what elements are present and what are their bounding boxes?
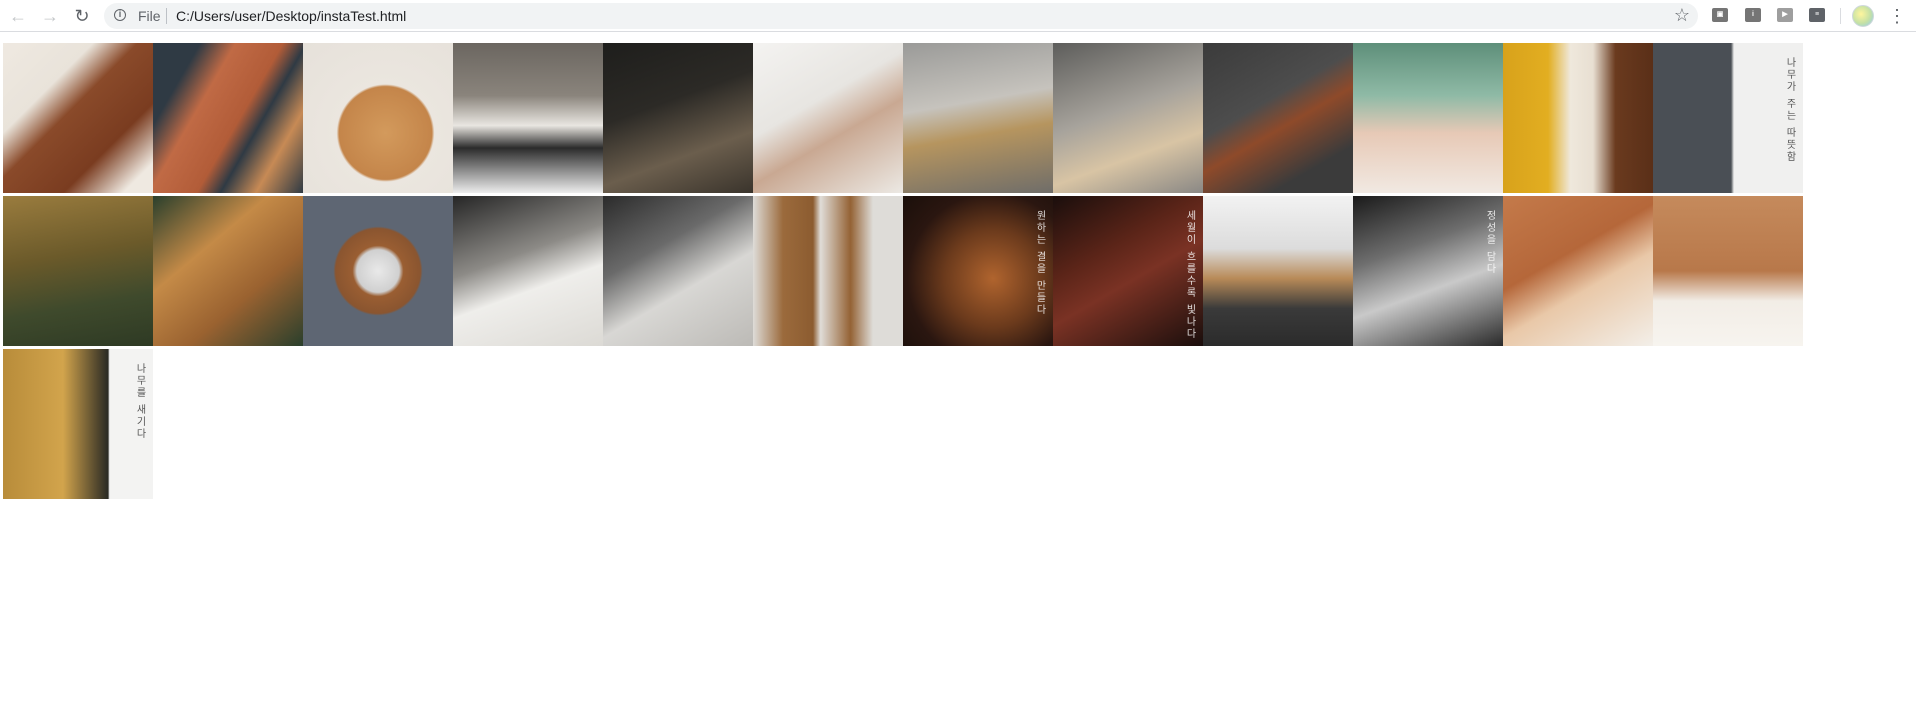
photo-kitchen[interactable] (1203, 196, 1353, 346)
photo-shelf-table[interactable] (1653, 196, 1803, 346)
extension-icon[interactable]: ▣ (1712, 8, 1728, 22)
reload-icon[interactable]: ↻ (70, 4, 94, 28)
kebab-menu-icon[interactable]: ⋮ (1888, 4, 1906, 28)
url-text[interactable]: C:/Users/user/Desktop/instaTest.html (176, 8, 406, 24)
photo-bandsaw[interactable] (903, 43, 1053, 193)
photo-old-tree[interactable] (3, 196, 153, 346)
info-icon[interactable]: i (114, 9, 126, 21)
address-bar[interactable]: i File C:/Users/user/Desktop/instaTest.h… (104, 3, 1698, 29)
photo-caption: 정성을 담다 (1484, 210, 1495, 276)
photo-slab-yellow[interactable] (1503, 43, 1653, 193)
back-arrow-icon[interactable]: ← (6, 4, 30, 28)
photo-hands-lighthouse-cut[interactable] (453, 43, 603, 193)
scheme-label: File (138, 8, 161, 24)
photo-grinder[interactable] (603, 196, 753, 346)
photo-sandwich-board[interactable] (1203, 43, 1353, 193)
forward-arrow-icon[interactable]: → (38, 4, 62, 28)
bookmark-star-icon[interactable]: ☆ (1674, 5, 1690, 26)
toolbar-divider (1840, 8, 1841, 24)
photo-wall-hooks-text[interactable]: 나무가 주는 따뜻함 (1653, 43, 1803, 193)
photo-caption: 세월이 흐를수록 빛나다 (1184, 210, 1195, 341)
photo-lathe-bw[interactable]: 정성을 담다 (1353, 196, 1503, 346)
photo-grid: 나무가 주는 따뜻함원하는 결을 만들다 세월이 흐를수록 빛나다 정성을 담다나무… (3, 43, 1803, 502)
photo-tray-cup[interactable] (303, 196, 453, 346)
photo-caption: 나무를 새기다 (134, 363, 145, 441)
extension-icon[interactable]: ▶ (1777, 8, 1793, 22)
photo-drill-press[interactable] (603, 43, 753, 193)
photo-wooden-chair[interactable] (1503, 196, 1653, 346)
extension-icon[interactable]: i (1745, 8, 1761, 22)
photo-round-board[interactable] (303, 43, 453, 193)
profile-avatar[interactable] (1852, 5, 1874, 27)
photo-cutting-board-wheat[interactable] (3, 43, 153, 193)
photo-caption: 원하는 결을 만들다 (1034, 210, 1045, 317)
photo-lighthouse-panel-text[interactable]: 나무를 새기다 (3, 349, 153, 499)
photo-planing-hand[interactable] (453, 196, 603, 346)
photo-wood-shavings[interactable] (1353, 43, 1503, 193)
photo-wood-rings-text[interactable]: 원하는 결을 만들다 (903, 196, 1053, 346)
photo-board-leaves[interactable] (153, 196, 303, 346)
photo-three-boards[interactable] (753, 196, 903, 346)
photo-boards-dark-wheat[interactable] (153, 43, 303, 193)
extension-icon[interactable]: ≡ (1809, 8, 1825, 22)
photo-caption: 나무가 주는 따뜻함 (1784, 57, 1795, 164)
photo-plank-hands[interactable] (1053, 43, 1203, 193)
omnibox-divider (166, 8, 167, 24)
photo-carved-wood-text[interactable]: 세월이 흐를수록 빛나다 (1053, 196, 1203, 346)
browser-toolbar: ← → ↻ i File C:/Users/user/Desktop/insta… (0, 0, 1916, 32)
photo-sketching-hand[interactable] (753, 43, 903, 193)
